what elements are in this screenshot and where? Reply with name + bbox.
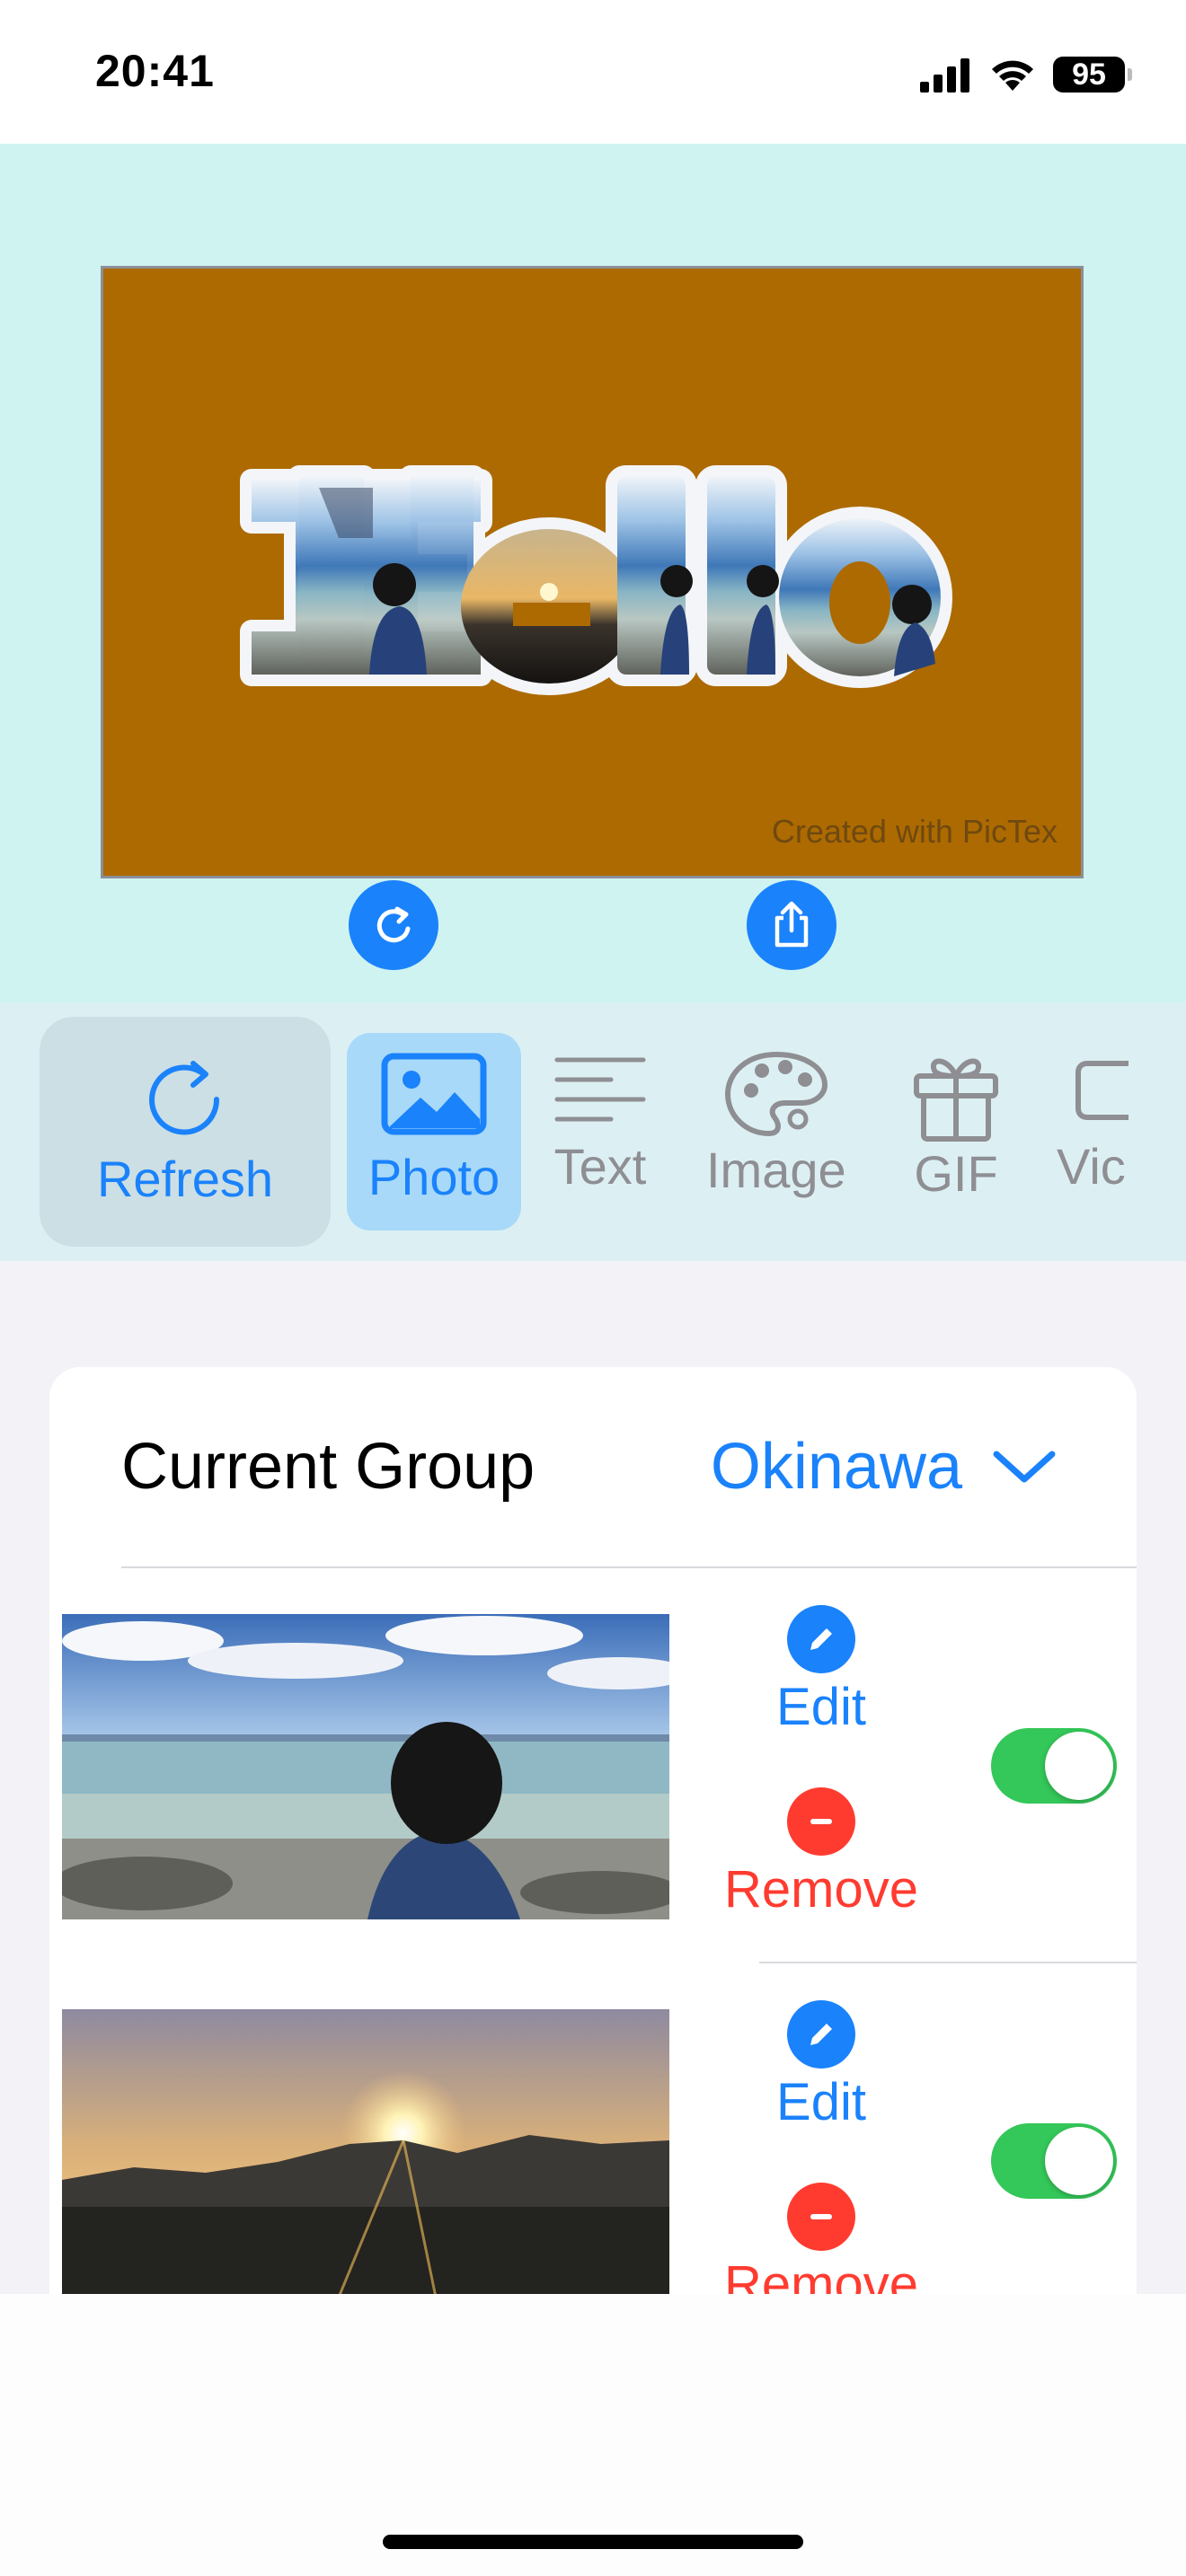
edit-button[interactable]: Edit xyxy=(704,2000,938,2132)
divider xyxy=(121,1566,1137,1568)
toolbar-item-photo[interactable]: Photo xyxy=(347,1033,521,1231)
toolbar-item-gif[interactable]: GIF xyxy=(911,1049,1001,1203)
divider xyxy=(759,1962,1137,1963)
photo-enabled-toggle[interactable] xyxy=(991,2123,1117,2199)
edit-button[interactable]: Edit xyxy=(704,1605,938,1737)
watermark: Created with PicTex xyxy=(771,813,1058,850)
toolbar-item-label: Text xyxy=(553,1138,647,1195)
toolbar-item-text[interactable]: Text xyxy=(553,1049,647,1195)
status-icons: 95 xyxy=(920,52,1132,97)
battery-icon: 95 xyxy=(1053,57,1132,93)
minus-icon xyxy=(787,1787,855,1856)
beach-photo xyxy=(62,1614,669,1919)
photo-thumbnail[interactable] xyxy=(62,2009,669,2301)
remove-label: Remove xyxy=(724,1860,918,1919)
rotate-button[interactable] xyxy=(349,880,438,970)
toolbar-item-label: Image xyxy=(706,1142,846,1198)
edit-label: Edit xyxy=(776,2073,866,2131)
toggle-knob xyxy=(1045,1732,1113,1800)
group-picker-value: Okinawa xyxy=(710,1431,962,1503)
refresh-icon xyxy=(149,1061,220,1135)
edit-label: Edit xyxy=(776,1678,866,1736)
share-icon xyxy=(774,901,809,948)
wifi-icon xyxy=(992,60,1033,91)
palette-icon xyxy=(724,1051,828,1137)
photo-thumbnail[interactable] xyxy=(62,1614,669,1919)
bottom-area xyxy=(0,2294,1186,2576)
text-lines-icon xyxy=(554,1057,646,1122)
toolbar-item-video[interactable]: Vic xyxy=(1057,1049,1186,1195)
toggle-knob xyxy=(1045,2127,1113,2195)
pencil-icon xyxy=(787,1605,855,1673)
toolbar-item-image[interactable]: Image xyxy=(706,1049,846,1199)
rotate-icon xyxy=(376,906,411,943)
photo-icon xyxy=(381,1053,487,1135)
home-indicator[interactable] xyxy=(383,2535,803,2549)
video-icon xyxy=(1075,1061,1128,1120)
photo-enabled-toggle[interactable] xyxy=(991,1728,1117,1804)
sunset-photo xyxy=(62,2009,669,2301)
minus-icon xyxy=(787,2183,855,2251)
toolbar-item-label: Photo xyxy=(367,1149,500,1205)
preview-canvas[interactable]: Created with PicTex xyxy=(101,266,1084,878)
battery-level: 95 xyxy=(1072,57,1106,92)
share-button[interactable] xyxy=(747,880,836,970)
gift-icon xyxy=(914,1058,998,1142)
current-group-label: Current Group xyxy=(121,1431,535,1503)
cellular-signal-icon xyxy=(920,58,969,93)
chevron-down-icon xyxy=(993,1451,1056,1483)
remove-button[interactable]: Remove xyxy=(704,2183,938,2301)
toolbar-item-label: GIF xyxy=(914,1145,998,1202)
hello-text-art xyxy=(240,465,952,695)
toolbar-item-label: Vic xyxy=(1057,1138,1126,1195)
group-card: Current Group Okinawa Edit Remove Edit R… xyxy=(49,1367,1137,2301)
tool-bar: Refresh Photo Text Image GIF Vic xyxy=(0,1002,1186,1261)
status-bar: 20:41 95 xyxy=(0,0,1186,144)
status-time: 20:41 xyxy=(95,46,215,96)
group-picker[interactable]: Okinawa xyxy=(711,1430,1056,1504)
remove-button[interactable]: Remove xyxy=(704,1787,938,1919)
pencil-icon xyxy=(787,2000,855,2069)
toolbar-item-label: Refresh xyxy=(96,1151,274,1207)
toolbar-item-refresh[interactable]: Refresh xyxy=(40,1017,331,1247)
